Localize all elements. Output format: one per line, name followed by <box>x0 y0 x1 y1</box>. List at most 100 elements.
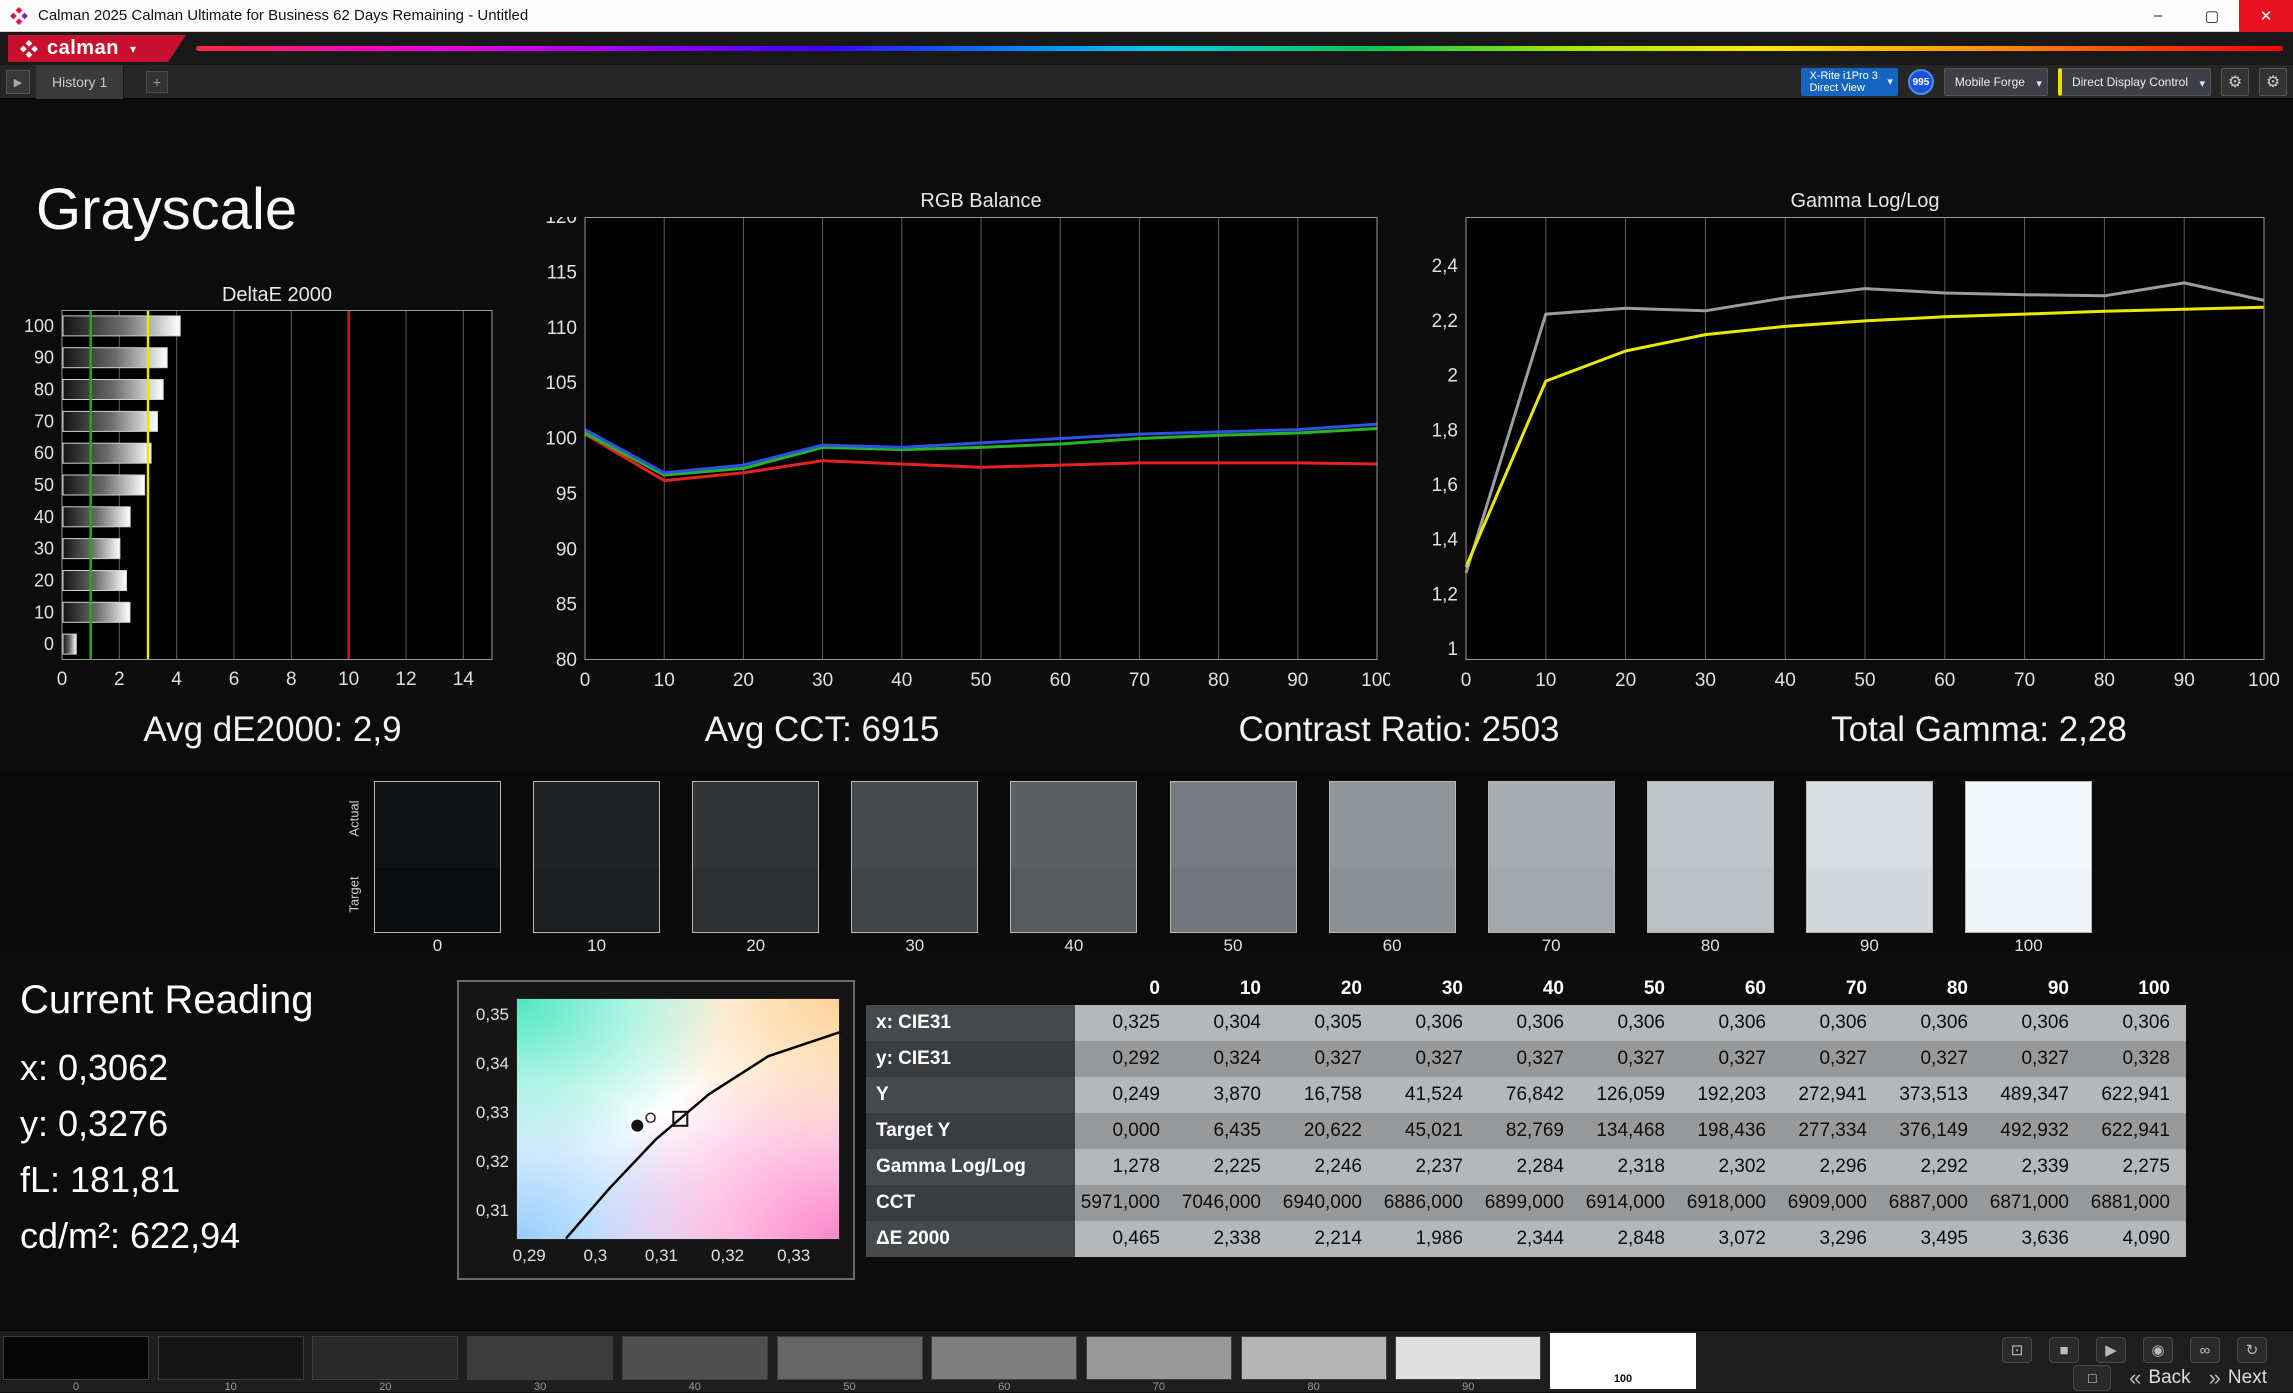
test-pattern-patch-40[interactable] <box>622 1336 768 1380</box>
svg-text:1,6: 1,6 <box>1432 475 1458 496</box>
chevron-down-icon: ▾ <box>2036 77 2042 90</box>
logo-text: calman <box>47 37 119 60</box>
svg-text:14: 14 <box>453 669 475 690</box>
calman-logo-menu[interactable]: calman ▾ <box>8 35 186 62</box>
pattern-source-selector[interactable]: Mobile Forge ▾ <box>1944 68 2048 96</box>
total-gamma-stat: Total Gamma: 2,28 <box>1679 710 2279 750</box>
swatch-actual <box>852 782 977 868</box>
table-cell: 489,347 <box>1984 1077 2085 1113</box>
table-cell: 1,986 <box>1378 1221 1479 1257</box>
svg-text:2,4: 2,4 <box>1432 256 1459 277</box>
table-cell: 198,436 <box>1681 1113 1782 1149</box>
test-pattern-patch-80[interactable] <box>1241 1336 1387 1380</box>
table-row-label: Gamma Log/Log <box>866 1149 1075 1185</box>
table-column-header: 10 <box>1176 973 1277 1005</box>
grayscale-swatch-100 <box>1965 781 2092 933</box>
table-column-header: 90 <box>1984 973 2085 1005</box>
table-cell: 6914,000 <box>1580 1185 1681 1221</box>
table-cell: 376,149 <box>1883 1113 1984 1149</box>
chevron-down-icon: ▾ <box>2199 77 2205 90</box>
stop-pattern-button[interactable]: □ <box>2073 1365 2111 1391</box>
patch-level-label: 60 <box>931 1381 1077 1393</box>
stop-icon-button[interactable]: ■ <box>2049 1337 2079 1363</box>
test-pattern-patch-20[interactable] <box>312 1336 458 1380</box>
table-cell: 2,214 <box>1277 1221 1378 1257</box>
settings-gear-button[interactable]: ⚙ <box>2221 68 2249 96</box>
test-pattern-patch-70[interactable] <box>1086 1336 1232 1380</box>
svg-text:90: 90 <box>556 539 577 560</box>
table-cell: 6899,000 <box>1479 1185 1580 1221</box>
svg-text:115: 115 <box>547 262 577 283</box>
svg-text:110: 110 <box>547 318 577 339</box>
table-cell: 0,305 <box>1277 1005 1378 1041</box>
display-icon-button[interactable]: ⊡ <box>2002 1337 2032 1363</box>
svg-text:60: 60 <box>1050 670 1071 691</box>
pattern-source-label: Mobile Forge <box>1955 75 2025 89</box>
add-tab-button[interactable]: + <box>146 71 168 93</box>
table-cell: 0,327 <box>1681 1041 1782 1077</box>
hardware-cluster: X-Rite i1Pro 3 Direct View ▾ 995 Mobile … <box>1801 68 2287 96</box>
meter-selector[interactable]: X-Rite i1Pro 3 Direct View ▾ <box>1801 68 1897 96</box>
test-pattern-patch-50[interactable] <box>777 1336 923 1380</box>
next-button[interactable]: » Next <box>2209 1367 2267 1389</box>
swatch-actual <box>1330 782 1455 868</box>
swatch-target <box>1011 868 1136 933</box>
svg-text:0: 0 <box>57 669 68 690</box>
table-cell: 373,513 <box>1883 1077 1984 1113</box>
table-column-header: 80 <box>1883 973 1984 1005</box>
maximize-button[interactable]: ▢ <box>2185 0 2239 32</box>
table-cell: 0,306 <box>1782 1005 1883 1041</box>
workflow-gears-button[interactable]: ⚙ <box>2259 68 2287 96</box>
table-cell: 2,318 <box>1580 1149 1681 1185</box>
tab-history-1[interactable]: History 1 <box>36 65 124 99</box>
minimize-button[interactable]: – <box>2131 0 2185 32</box>
actual-row-label: Actual <box>347 784 362 854</box>
chevron-down-icon: ▾ <box>130 42 136 56</box>
table-cell: 272,941 <box>1782 1077 1883 1113</box>
loop-icon-button[interactable]: ↻ <box>2237 1337 2267 1363</box>
swatch-actual <box>534 782 659 868</box>
test-pattern-patch-60[interactable] <box>931 1336 1077 1380</box>
grayscale-swatch-strip: 0102030405060708090100 <box>0 771 2293 954</box>
table-cell: 0,000 <box>1075 1113 1176 1149</box>
svg-text:10: 10 <box>338 669 359 690</box>
table-cell: 277,334 <box>1782 1113 1883 1149</box>
table-cell: 2,848 <box>1580 1221 1681 1257</box>
logo-bar: calman ▾ <box>0 32 2293 65</box>
test-pattern-patch-30[interactable] <box>467 1336 613 1380</box>
svg-text:80: 80 <box>2094 670 2115 691</box>
test-pattern-patch-90[interactable] <box>1395 1336 1541 1380</box>
close-button[interactable]: ✕ <box>2239 0 2293 32</box>
swatch-target <box>534 868 659 933</box>
svg-text:20: 20 <box>34 571 54 591</box>
display-control-selector[interactable]: Direct Display Control ▾ <box>2058 68 2211 96</box>
play-icon-button[interactable]: ▶ <box>2096 1337 2126 1363</box>
table-cell: 3,870 <box>1176 1077 1277 1113</box>
svg-text:40: 40 <box>891 670 912 691</box>
svg-text:70: 70 <box>2014 670 2035 691</box>
table-cell: 2,344 <box>1479 1221 1580 1257</box>
table-column-header: 20 <box>1277 973 1378 1005</box>
table-cell: 0,327 <box>1883 1041 1984 1077</box>
swatch-level-label: 10 <box>533 936 660 956</box>
test-pattern-patch-10[interactable] <box>158 1336 304 1380</box>
gamma-line-chart: 2,42,221,81,61,41,2101020304050607080901… <box>1400 217 2293 695</box>
back-button[interactable]: « Back <box>2129 1367 2191 1389</box>
test-pattern-patch-0[interactable] <box>3 1336 149 1380</box>
patch-level-label: 30 <box>467 1381 613 1393</box>
table-column-header: 40 <box>1479 973 1580 1005</box>
table-cell: 2,275 <box>2085 1149 2186 1185</box>
history-panel-toggle[interactable]: ▶ <box>6 70 30 94</box>
infinity-icon-button[interactable]: ∞ <box>2190 1337 2220 1363</box>
svg-text:20: 20 <box>1615 670 1636 691</box>
svg-text:8: 8 <box>286 669 297 690</box>
svg-text:1: 1 <box>1447 639 1458 660</box>
display-control-label: Direct Display Control <box>2072 75 2188 89</box>
table-cell: 3,072 <box>1681 1221 1782 1257</box>
table-cell: 6940,000 <box>1277 1185 1378 1221</box>
grayscale-swatch-70 <box>1488 781 1615 933</box>
grayscale-swatch-10 <box>533 781 660 933</box>
table-cell: 6918,000 <box>1681 1185 1782 1221</box>
record-icon-button[interactable]: ◉ <box>2143 1337 2173 1363</box>
calman-diamond-icon <box>20 40 38 58</box>
